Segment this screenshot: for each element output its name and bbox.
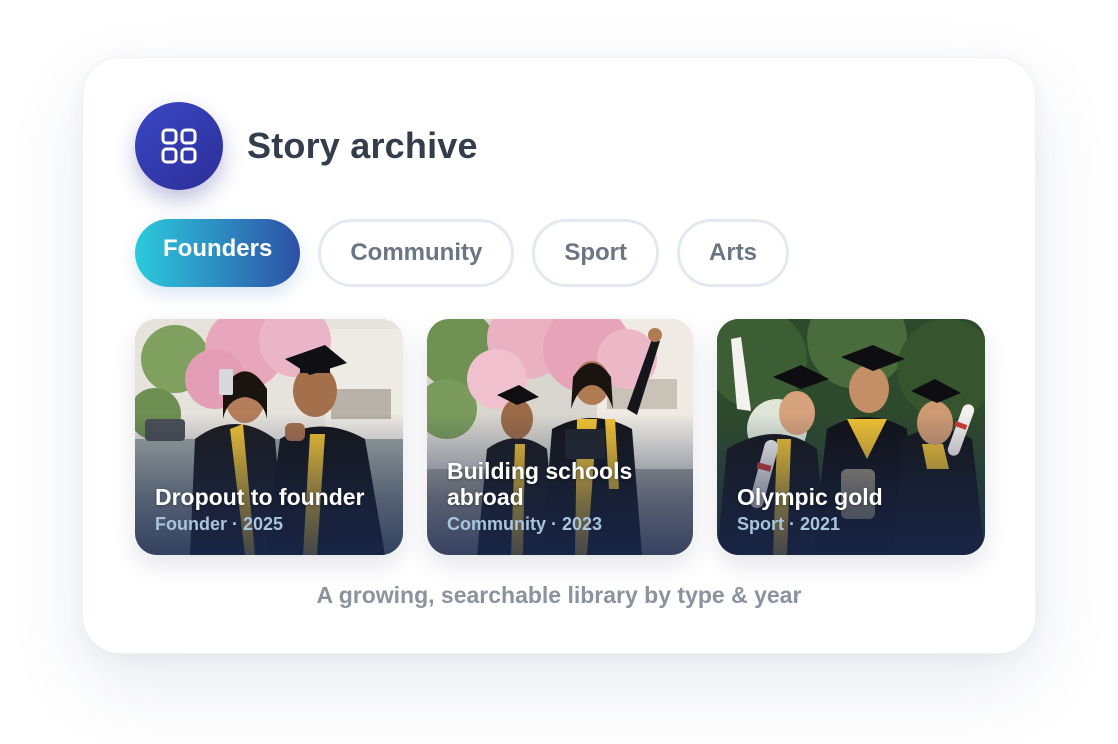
tab-founders[interactable]: Founders [135, 219, 301, 287]
card-header: Story archive [135, 102, 478, 190]
story-tiles: Dropout to founder Founder · 2025 Buildi… [135, 319, 985, 555]
story-title: Building schools abroad [447, 458, 633, 510]
story-card-text: Building schools abroad Community · 2023 [447, 458, 679, 535]
archive-caption: A growing, searchable library by type & … [316, 582, 802, 608]
story-card-text: Olympic gold Sport · 2021 [737, 484, 971, 535]
story-card-text: Dropout to founder Founder · 2025 [155, 484, 389, 535]
story-card[interactable]: Olympic gold Sport · 2021 [717, 319, 985, 555]
page-title: Story archive [247, 125, 478, 166]
story-meta: Community · 2023 [447, 514, 603, 534]
story-card[interactable]: Dropout to founder Founder · 2025 [135, 319, 403, 555]
grid-icon [135, 102, 223, 190]
category-tabs: Founders Community Sport Arts [135, 219, 790, 287]
story-title: Olympic gold [737, 484, 883, 510]
tab-sport[interactable]: Sport [532, 219, 660, 287]
page: Story archive Founders Community Sport A… [0, 0, 1118, 744]
story-meta: Sport · 2021 [737, 514, 841, 534]
story-card[interactable]: Building schools abroad Community · 2023 [427, 319, 693, 555]
story-meta: Founder · 2025 [155, 514, 284, 534]
story-title: Dropout to founder [155, 484, 365, 510]
tab-community[interactable]: Community [318, 219, 515, 287]
story-archive-card: Story archive Founders Community Sport A… [82, 57, 1036, 654]
tab-arts[interactable]: Arts [677, 219, 790, 287]
